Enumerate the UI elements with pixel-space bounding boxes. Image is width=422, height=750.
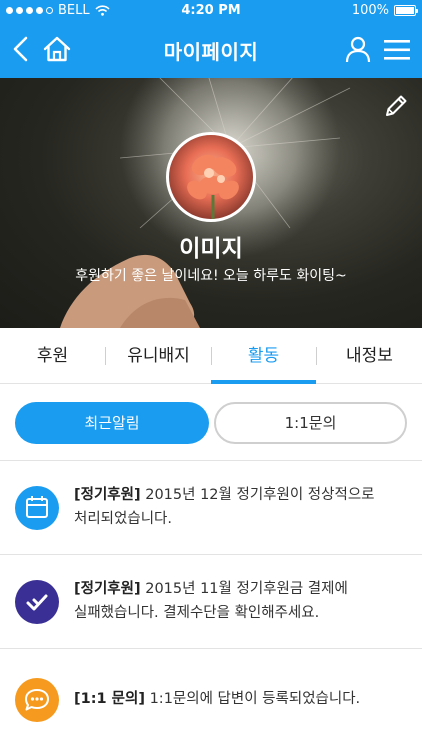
inquiry-button[interactable]: 1:1문의 — [214, 402, 407, 444]
calendar-icon — [15, 486, 59, 530]
tab-bar: 후원 유니배지 활동 내정보 — [0, 328, 422, 384]
tab-donation[interactable]: 후원 — [0, 328, 105, 384]
user-icon[interactable] — [344, 35, 372, 63]
notification-message-line1: 2015년 12월 정기후원이 정상적으로 — [140, 487, 375, 503]
notification-item[interactable]: [정기후원] 2015년 12월 정기후원이 정상적으로 처리되었습니다. — [0, 461, 422, 554]
notification-message-line1: 1:1문의에 답변이 등록되었습니다. — [144, 691, 361, 707]
notification-item[interactable]: [1:1 문의] 1:1문의에 답변이 등록되었습니다. — [0, 649, 422, 750]
battery-status: 100% — [351, 3, 418, 18]
top-bar: BELL 4:20 PM 100% 마이페이지 — [0, 0, 422, 78]
notification-text: [정기후원] 2015년 11월 정기후원금 결제에 실패했습니다. 결제수단을… — [74, 577, 404, 625]
notification-message-line2: 실패했습니다. 결제수단을 확인해주세요. — [74, 605, 320, 621]
menu-icon[interactable] — [382, 37, 412, 63]
recent-notifications-button[interactable]: 최근알림 — [15, 402, 209, 444]
check-icon — [15, 580, 59, 624]
notification-tag: [정기후원] — [74, 487, 141, 503]
avatar[interactable] — [166, 132, 256, 222]
notification-message-line2: 처리되었습니다. — [74, 511, 172, 527]
chat-icon — [15, 678, 59, 722]
tab-unibadge[interactable]: 유니배지 — [106, 328, 211, 384]
battery-percent: 100% — [351, 3, 389, 18]
notification-message-line1: 2015년 11월 정기후원금 결제에 — [140, 581, 348, 597]
active-tab-indicator — [211, 380, 316, 384]
notification-text: [1:1 문의] 1:1문의에 답변이 등록되었습니다. — [74, 687, 404, 711]
profile-name: 이미지 — [179, 236, 243, 262]
status-bar: BELL 4:20 PM 100% — [0, 0, 422, 22]
notification-tag: [1:1 문의] — [74, 691, 145, 707]
tab-my-info[interactable]: 내정보 — [317, 328, 422, 384]
notification-text: [정기후원] 2015년 12월 정기후원이 정상적으로 처리되었습니다. — [74, 483, 404, 531]
profile-cover: 이미지 후원하기 좋은 날이네요! 오늘 하루도 화이팅~ — [0, 78, 422, 328]
battery-icon — [394, 5, 418, 16]
edit-profile-icon[interactable] — [382, 92, 410, 120]
profile-message: 후원하기 좋은 날이네요! 오늘 하루도 화이팅~ — [75, 268, 347, 284]
notification-item[interactable]: [정기후원] 2015년 11월 정기후원금 결제에 실패했습니다. 결제수단을… — [0, 555, 422, 648]
notification-tag: [정기후원] — [74, 581, 141, 597]
nav-bar: 마이페이지 — [0, 22, 422, 78]
tab-activity[interactable]: 활동 — [211, 328, 316, 384]
